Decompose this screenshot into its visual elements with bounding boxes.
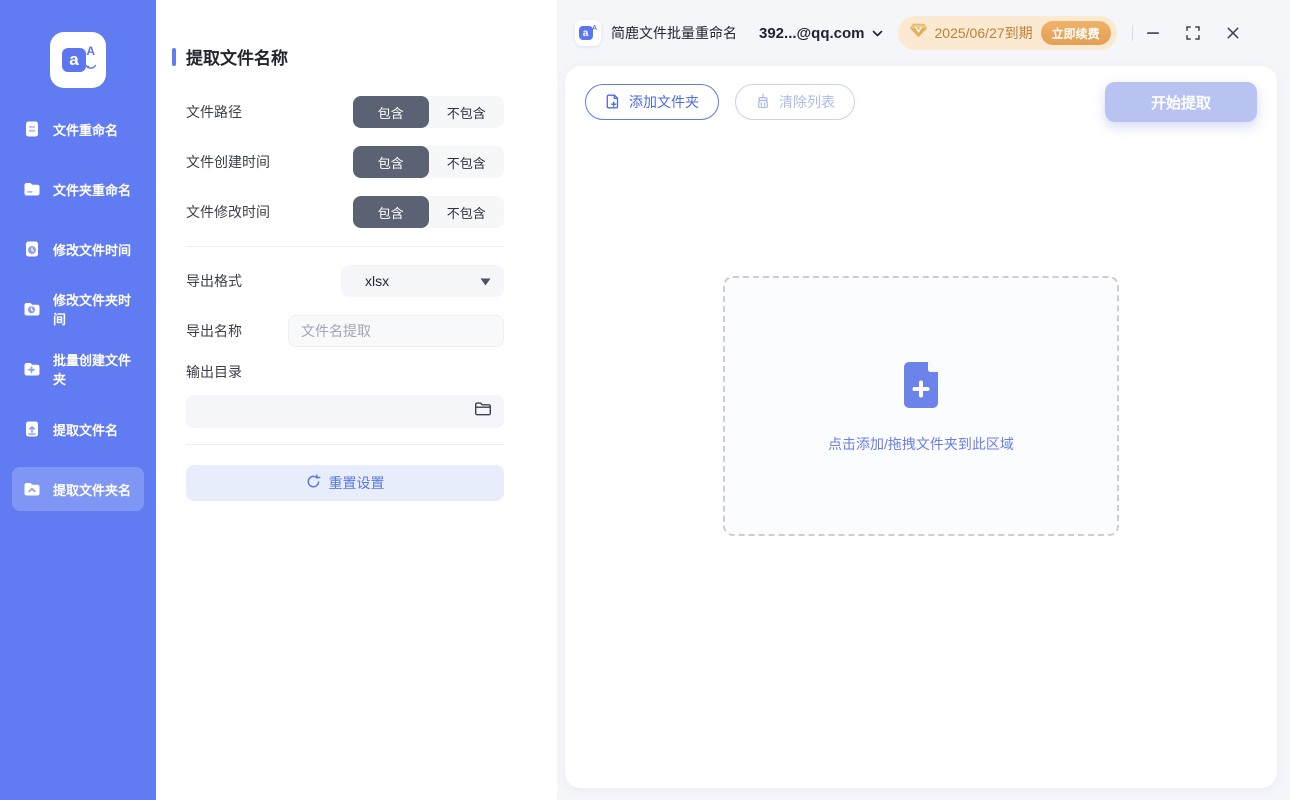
sidebar: a A 文件重命名 文件夹重命名 (0, 0, 156, 800)
app-logo: a A (50, 32, 106, 88)
export-name-input[interactable] (288, 315, 504, 347)
add-folder-label: 添加文件夹 (629, 92, 699, 112)
broom-icon (755, 93, 771, 112)
chevron-down-icon (872, 24, 883, 42)
sidebar-item-label: 修改文件时间 (53, 240, 131, 259)
chevron-down-icon (480, 273, 491, 289)
refresh-icon (306, 474, 321, 492)
toggle-option-exclude[interactable]: 不包含 (429, 96, 505, 128)
app-title: 简鹿文件批量重命名 (611, 23, 737, 43)
workspace: a A 简鹿文件批量重命名 392...@qq.com 2025/06/27到期… (557, 0, 1290, 800)
license-expiry: 2025/06/27到期 (935, 23, 1033, 43)
folder-export-icon (22, 479, 42, 499)
sidebar-item-extract-folder-name[interactable]: 提取文件夹名 (12, 467, 144, 511)
field-label: 导出格式 (186, 271, 242, 291)
file-add-icon (895, 359, 947, 416)
toggle-option-exclude[interactable]: 不包含 (429, 196, 505, 228)
export-format-select[interactable]: xlsx (341, 265, 504, 297)
sidebar-item-label: 批量创建文件夹 (53, 350, 134, 388)
folder-clock-icon (22, 299, 42, 319)
add-folder-button[interactable]: 添加文件夹 (585, 84, 719, 120)
file-path-toggle[interactable]: 包含 不包含 (353, 96, 504, 128)
output-dir-label: 输出目录 (186, 362, 504, 382)
sidebar-item-label: 文件重命名 (53, 120, 118, 139)
sidebar-nav: 文件重命名 文件夹重命名 修改文件时间 修改文件夹时间 (0, 107, 156, 511)
logo-arrow-icon (85, 58, 97, 76)
logo-A-glyph: A (86, 44, 95, 58)
sidebar-item-label: 修改文件夹时间 (53, 290, 134, 328)
vip-diamond-icon (910, 23, 927, 43)
settings-panel: 提取文件名称 文件路径 包含 不包含 文件创建时间 包含 不包含 文件修改时间 (156, 0, 557, 800)
panel-title: 提取文件名称 (172, 44, 557, 69)
toggle-option-include[interactable]: 包含 (353, 96, 429, 128)
folder-open-icon[interactable] (474, 401, 492, 422)
sidebar-item-modify-file-time[interactable]: 修改文件时间 (12, 227, 144, 271)
file-clock-icon (22, 239, 42, 259)
license-badge: 2025/06/27到期 立即续费 (898, 16, 1117, 50)
field-label: 文件路径 (186, 102, 242, 122)
toggle-option-include[interactable]: 包含 (353, 146, 429, 178)
form-row-file-path: 文件路径 包含 不包含 (186, 96, 504, 128)
create-time-toggle[interactable]: 包含 不包含 (353, 146, 504, 178)
app-logo-small: a A (575, 20, 601, 46)
minimize-button[interactable] (1133, 18, 1173, 48)
account-menu[interactable]: 392...@qq.com (759, 24, 883, 42)
dropzone-hint: 点击添加/拖拽文件夹到此区域 (828, 434, 1014, 454)
sidebar-item-file-rename[interactable]: 文件重命名 (12, 107, 144, 151)
sidebar-item-modify-folder-time[interactable]: 修改文件夹时间 (12, 287, 144, 331)
reset-settings-label: 重置设置 (329, 473, 385, 493)
select-value: xlsx (365, 273, 389, 289)
output-dir-field[interactable] (186, 395, 504, 428)
modify-time-toggle[interactable]: 包含 不包含 (353, 196, 504, 228)
field-label: 文件创建时间 (186, 152, 270, 172)
sidebar-item-label: 文件夹重命名 (53, 180, 131, 199)
logo-A-glyph: A (592, 25, 597, 32)
toggle-option-include[interactable]: 包含 (353, 196, 429, 228)
renew-button[interactable]: 立即续费 (1041, 21, 1111, 45)
folder-plus-icon (22, 359, 42, 379)
settings-form: 文件路径 包含 不包含 文件创建时间 包含 不包含 文件修改时间 包含 不包含 (186, 96, 504, 501)
reset-settings-button[interactable]: 重置设置 (186, 465, 504, 501)
app-window: a A 文件重命名 文件夹重命名 (0, 0, 1290, 800)
file-list-card: 添加文件夹 清除列表 开始提取 点击添加/拖拽文件夹到此区域 (565, 66, 1277, 788)
output-dir-input[interactable] (198, 404, 474, 420)
file-icon (22, 119, 42, 139)
folder-icon (22, 179, 42, 199)
sidebar-item-batch-create-folder[interactable]: 批量创建文件夹 (12, 347, 144, 391)
section-divider (186, 246, 504, 247)
field-label: 导出名称 (186, 321, 242, 341)
sidebar-item-label: 提取文件夹名 (53, 480, 131, 499)
sidebar-item-folder-rename[interactable]: 文件夹重命名 (12, 167, 144, 211)
folder-dropzone[interactable]: 点击添加/拖拽文件夹到此区域 (723, 276, 1119, 536)
start-extract-button[interactable]: 开始提取 (1105, 82, 1257, 122)
clear-list-button[interactable]: 清除列表 (735, 84, 855, 120)
field-label: 文件修改时间 (186, 202, 270, 222)
toolbar: 添加文件夹 清除列表 开始提取 (565, 66, 1277, 120)
sidebar-item-extract-file-name[interactable]: 提取文件名 (12, 407, 144, 451)
maximize-button[interactable] (1173, 18, 1213, 48)
file-export-icon (22, 419, 42, 439)
form-row-modify-time: 文件修改时间 包含 不包含 (186, 196, 504, 228)
logo-a-glyph: a (579, 26, 593, 40)
sidebar-item-label: 提取文件名 (53, 420, 118, 439)
form-row-export-format: 导出格式 xlsx (186, 265, 504, 297)
toggle-option-exclude[interactable]: 不包含 (429, 146, 505, 178)
account-email: 392...@qq.com (759, 25, 865, 42)
section-divider (186, 444, 504, 445)
logo-a-glyph: a (62, 48, 86, 72)
clear-list-label: 清除列表 (779, 92, 835, 112)
titlebar: a A 简鹿文件批量重命名 392...@qq.com 2025/06/27到期… (557, 0, 1290, 66)
form-row-create-time: 文件创建时间 包含 不包含 (186, 146, 504, 178)
page-title: 提取文件名称 (186, 44, 288, 69)
close-icon[interactable] (1213, 18, 1253, 48)
form-row-export-name: 导出名称 (186, 315, 504, 347)
title-accent-bar (172, 48, 176, 66)
file-plus-icon (605, 93, 621, 112)
